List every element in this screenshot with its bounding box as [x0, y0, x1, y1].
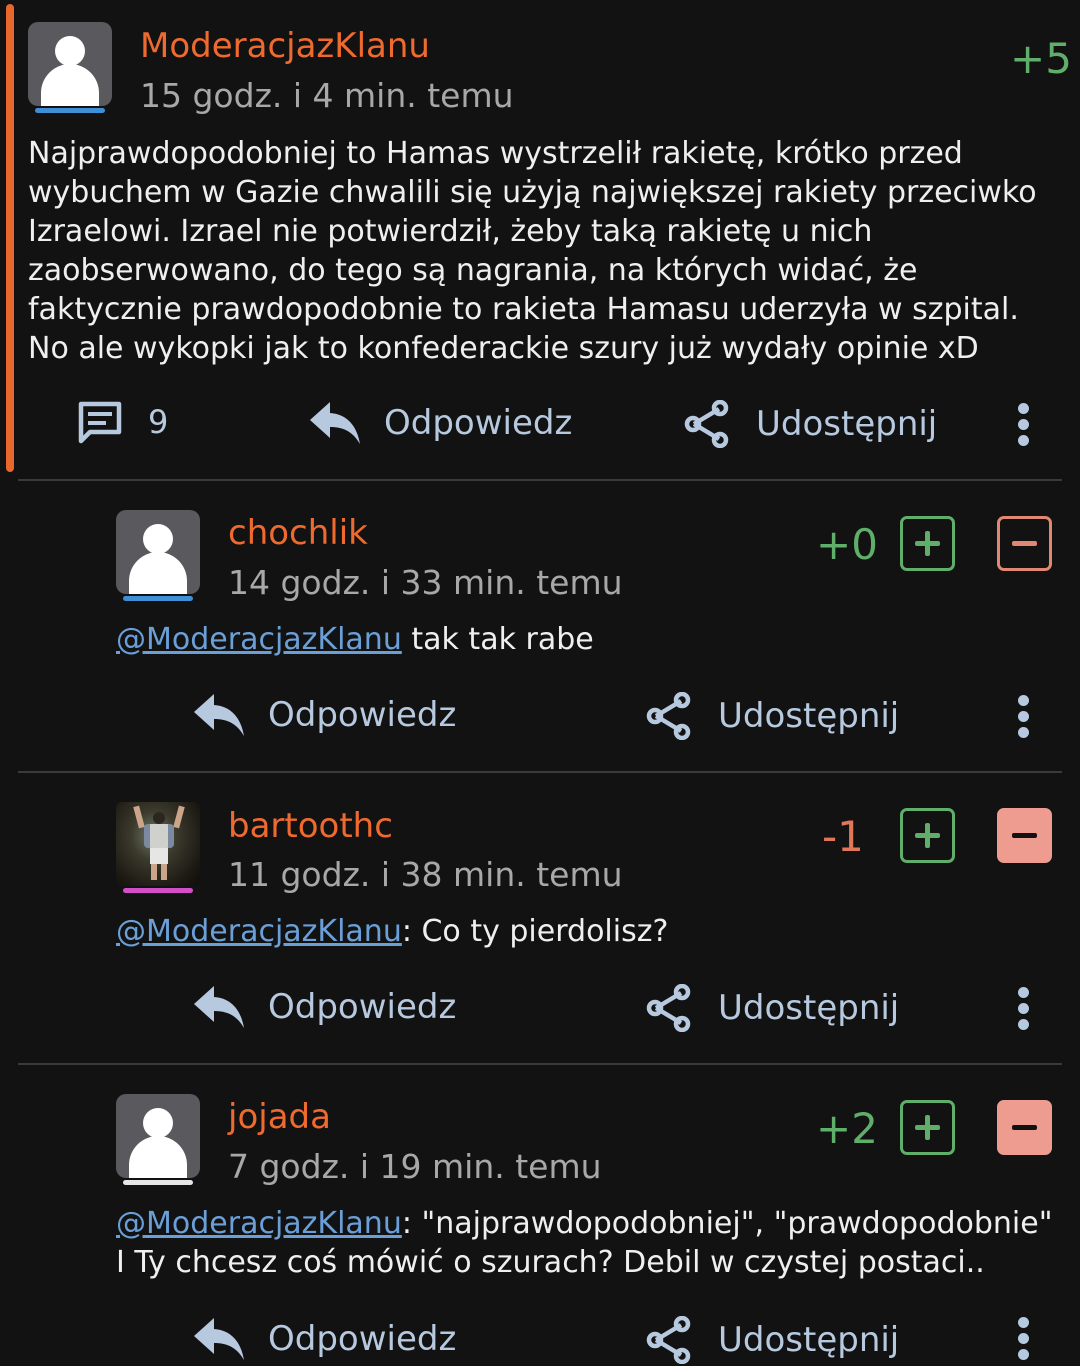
share-icon — [646, 692, 691, 740]
share-label: Udostępnij — [756, 404, 938, 444]
reply-label: Odpowiedz — [268, 695, 457, 735]
comment-timestamp: 14 godz. i 33 min. temu — [228, 563, 623, 602]
avatar-rank-underline — [35, 108, 105, 113]
avatar[interactable] — [116, 802, 200, 886]
reply-button[interactable]: Odpowiedz — [192, 692, 456, 738]
share-button[interactable]: Udostępnij — [646, 984, 899, 1032]
comment-score: +0 — [816, 520, 878, 569]
downvote-button[interactable] — [997, 516, 1052, 571]
reply-label: Odpowiedz — [384, 403, 573, 443]
reply-button[interactable]: Odpowiedz — [192, 1316, 456, 1362]
comment-timestamp: 11 godz. i 38 min. temu — [228, 855, 623, 894]
comment-score: -1 — [822, 812, 864, 861]
avatar[interactable] — [116, 510, 200, 594]
avatar-rank-underline — [123, 888, 193, 893]
divider — [18, 479, 1062, 481]
reply-arrow-icon — [194, 1318, 244, 1360]
comment-text: : Co ty pierdolisz? — [401, 914, 669, 949]
share-button[interactable]: Udostępnij — [646, 692, 899, 740]
kebab-menu-icon[interactable] — [1014, 400, 1034, 450]
comment-body: Najprawdopodobniej to Hamas wystrzelił r… — [28, 136, 1037, 366]
username[interactable]: ModeracjazKlanu — [140, 26, 430, 66]
mention-link[interactable]: @ModeracjazKlanu — [116, 1206, 402, 1241]
share-label: Udostępnij — [718, 696, 900, 736]
comment-body: @ModeracjazKlanu: "najprawdopodobniej", … — [116, 1204, 1066, 1282]
downvote-button[interactable] — [997, 1100, 1052, 1155]
avatar-rank-underline — [123, 1180, 193, 1185]
divider — [18, 771, 1062, 773]
avatar-rank-underline — [123, 596, 193, 601]
upvote-button[interactable] — [900, 516, 955, 571]
username[interactable]: jojada — [228, 1097, 331, 1137]
share-button[interactable]: Udostępnij — [646, 1316, 899, 1364]
comment-lines-icon — [78, 401, 122, 444]
downvote-button[interactable] — [997, 808, 1052, 863]
share-icon — [646, 1316, 691, 1364]
reply-button[interactable]: Odpowiedz — [192, 984, 456, 1030]
reply-arrow-icon — [194, 694, 244, 736]
comments-count-button[interactable]: 9 — [76, 398, 168, 446]
kebab-menu-icon[interactable] — [1014, 1314, 1034, 1364]
comment-timestamp: 7 godz. i 19 min. temu — [228, 1147, 602, 1186]
share-icon — [684, 400, 729, 448]
reply-label: Odpowiedz — [268, 1319, 457, 1359]
upvote-button[interactable] — [900, 1100, 955, 1155]
kebab-menu-icon[interactable] — [1014, 692, 1034, 742]
avatar[interactable] — [116, 1094, 200, 1178]
divider — [18, 1063, 1062, 1065]
kebab-menu-icon[interactable] — [1014, 984, 1034, 1034]
username[interactable]: bartoothc — [228, 806, 393, 846]
mention-link[interactable]: @ModeracjazKlanu — [116, 914, 402, 949]
thread-accent-bar — [6, 4, 14, 472]
comment-text: tak tak rabe — [401, 622, 594, 657]
avatar[interactable] — [28, 22, 112, 106]
mention-link[interactable]: @ModeracjazKlanu — [116, 622, 402, 657]
comment-body: @ModeracjazKlanu tak tak rabe — [116, 620, 1046, 659]
comment-score: +2 — [816, 1104, 878, 1153]
comments-count: 9 — [148, 403, 169, 441]
comment-parent: ModeracjazKlanu 15 godz. i 4 min. temu +… — [0, 0, 1080, 480]
username[interactable]: chochlik — [228, 513, 368, 553]
reply-label: Odpowiedz — [268, 987, 457, 1027]
upvote-button[interactable] — [900, 808, 955, 863]
comment-text-line1: : "najprawdopodobniej", "prawdopodobnie" — [401, 1206, 1053, 1241]
comment-text-line2: I Ty chcesz coś mówić o szurach? Debil w… — [116, 1245, 985, 1280]
share-icon — [646, 984, 691, 1032]
reply-arrow-icon — [310, 402, 360, 444]
share-button[interactable]: Udostępnij — [684, 400, 937, 448]
share-label: Udostępnij — [718, 1320, 900, 1360]
share-label: Udostępnij — [718, 988, 900, 1028]
comment-timestamp: 15 godz. i 4 min. temu — [140, 76, 514, 115]
comment-body: @ModeracjazKlanu: Co ty pierdolisz? — [116, 912, 1046, 951]
reply-button[interactable]: Odpowiedz — [308, 400, 572, 446]
comment-score: +5 — [1010, 34, 1072, 83]
reply-arrow-icon — [194, 986, 244, 1028]
